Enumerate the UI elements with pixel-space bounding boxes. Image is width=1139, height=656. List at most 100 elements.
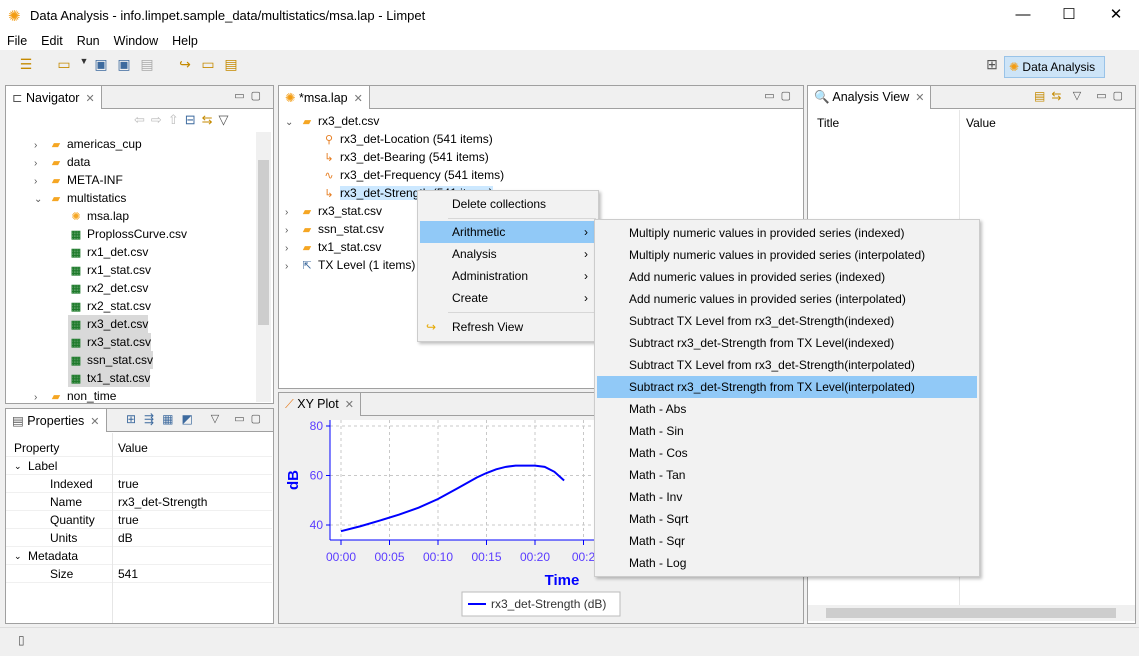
save-all-icon[interactable]: ▣ [115, 56, 133, 76]
new-fast-view-icon[interactable]: ▯ [18, 633, 25, 647]
tree-item[interactable]: ↳ rx3_det-Bearing (541 items) [321, 148, 488, 166]
tree-item[interactable]: ✺ msa.lap [68, 207, 129, 225]
tree-item[interactable]: ▦ rx1_stat.csv [68, 261, 151, 279]
minimize-button[interactable]: — [1000, 0, 1046, 32]
close-icon[interactable]: ✕ [345, 399, 354, 411]
menu-edit[interactable]: Edit [34, 32, 70, 50]
up-icon[interactable]: ⇧ [168, 112, 185, 127]
submenu-item[interactable]: Subtract rx3_det-Strength from TX Level(… [597, 376, 977, 398]
property-row[interactable]: Quantity true [6, 511, 272, 529]
tab-analysis-view[interactable]: 🔍 Analysis View ✕ [808, 86, 932, 109]
minimize-maximize-icon[interactable]: ▭▢ [764, 89, 797, 102]
submenu-item[interactable]: Add numeric values in provided series (i… [597, 288, 977, 310]
menu-item-administration[interactable]: Administration › [420, 265, 596, 287]
tree-item[interactable]: › ▰ data [34, 153, 90, 171]
submenu-item[interactable]: Add numeric values in provided series (i… [597, 266, 977, 288]
minimize-maximize-icon[interactable]: ▽ ▭▢ [1073, 89, 1129, 102]
chevron-right-icon[interactable]: › [34, 389, 48, 407]
close-button[interactable]: ✕ [1093, 0, 1139, 32]
tab-msa-lap[interactable]: ✺ *msa.lap ✕ [279, 86, 370, 109]
chevron-down-icon[interactable]: ⌄ [34, 191, 48, 209]
submenu-item[interactable]: Multiply numeric values in provided seri… [597, 244, 977, 266]
menu-item-create[interactable]: Create › [420, 287, 596, 309]
print-icon[interactable]: ▤ [138, 56, 156, 76]
tree-item[interactable]: › ▰ non_time [34, 387, 116, 405]
perspective-data-analysis[interactable]: ✺ Data Analysis [1004, 56, 1105, 78]
close-icon[interactable]: ✕ [915, 92, 924, 104]
submenu-item[interactable]: Math - Sqr [597, 530, 977, 552]
tab-properties[interactable]: ▤ Properties ✕ [6, 409, 107, 432]
close-icon[interactable]: ✕ [90, 416, 99, 428]
chevron-down-icon[interactable]: ⌄ [285, 114, 299, 132]
save-icon[interactable]: ▣ [92, 56, 110, 76]
new-dropdown-icon[interactable]: ▼ [75, 56, 93, 76]
new-icon[interactable]: ▭ [55, 56, 73, 76]
submenu-item[interactable]: Math - Abs [597, 398, 977, 420]
tree-item[interactable]: ▦ rx3_det.csv [68, 315, 149, 333]
clipboard-icon[interactable]: ▤ [222, 56, 240, 76]
link-editor-icon[interactable]: ⇆ [202, 112, 219, 127]
tree-item[interactable]: ▦ tx1_stat.csv [68, 369, 151, 387]
property-row[interactable]: Metadata ⌄ [6, 547, 272, 565]
menu-file[interactable]: File [0, 32, 34, 50]
property-row[interactable]: Units dB [6, 529, 272, 547]
submenu-item[interactable]: Subtract rx3_det-Strength from TX Level(… [597, 332, 977, 354]
tree-item[interactable]: ⌄ ▰ multistatics [34, 189, 126, 207]
tree-item[interactable]: ▦ rx1_det.csv [68, 243, 149, 261]
tree-item[interactable]: › ▰ ssn_stat.csv [285, 220, 384, 238]
tree-item[interactable]: ⌄ ▰ rx3_det.csv [285, 112, 379, 130]
chevron-down-icon[interactable]: ⌄ [14, 547, 22, 565]
submenu-item[interactable]: Math - Tan [597, 464, 977, 486]
tree-item[interactable]: › ▰ tx1_stat.csv [285, 238, 381, 256]
close-icon[interactable]: ✕ [85, 93, 94, 105]
property-row[interactable]: Indexed true [6, 475, 272, 493]
menu-run[interactable]: Run [70, 32, 107, 50]
maximize-button[interactable]: ☐ [1046, 0, 1092, 32]
minimize-maximize-icon[interactable]: ▭▢ [234, 89, 267, 102]
menu-item-analysis[interactable]: Analysis › [420, 243, 596, 265]
property-row[interactable]: Name rx3_det-Strength [6, 493, 272, 511]
collapse-all-icon[interactable]: ⊟ [185, 112, 202, 127]
layers-icon[interactable]: ☰ [17, 56, 35, 76]
properties-toolbar[interactable]: ⊞⇶▦◩ [126, 412, 201, 426]
horizontal-scrollbar[interactable] [808, 605, 1135, 621]
view-menu-icon[interactable]: ▽ [219, 112, 235, 127]
chevron-down-icon[interactable]: ⌄ [14, 457, 22, 475]
menu-help[interactable]: Help [165, 32, 205, 50]
tab-xy-plot[interactable]: ⟋ XY Plot ✕ [279, 393, 361, 416]
submenu-item[interactable]: Math - Sin [597, 420, 977, 442]
submenu-item[interactable]: Math - Sqrt [597, 508, 977, 530]
menu-item-arithmetic[interactable]: Arithmetic › [420, 221, 596, 243]
property-row[interactable]: Size 541 [6, 565, 272, 583]
chevron-right-icon[interactable]: › [285, 258, 299, 276]
tree-item[interactable]: ⚲ rx3_det-Location (541 items) [321, 130, 493, 148]
tab-navigator[interactable]: ⊏ Navigator ✕ [6, 86, 102, 109]
tree-item[interactable]: ▦ rx3_stat.csv [68, 333, 152, 351]
open-perspective-icon[interactable]: ⊞ [983, 56, 1001, 76]
menu-item-refresh-view[interactable]: ↪ Refresh View [420, 316, 596, 338]
new-file-icon[interactable]: ▭ [199, 56, 217, 76]
tree-item[interactable]: › ▰ rx3_stat.csv [285, 202, 382, 220]
tree-item[interactable]: › ▰ americas_cup [34, 135, 142, 153]
refresh-icon[interactable]: ↪ [176, 56, 194, 76]
back-icon[interactable]: ⇦ [134, 112, 151, 127]
submenu-item[interactable]: Subtract TX Level from rx3_det-Strength(… [597, 310, 977, 332]
submenu-item[interactable]: Multiply numeric values in provided seri… [597, 222, 977, 244]
tree-item[interactable]: ▦ rx2_det.csv [68, 279, 149, 297]
scrollbar[interactable] [256, 132, 271, 402]
tree-item[interactable]: › ▰ META-INF [34, 171, 123, 189]
tree-item[interactable]: ∿ rx3_det-Frequency (541 items) [321, 166, 504, 184]
submenu-item[interactable]: Subtract TX Level from rx3_det-Strength(… [597, 354, 977, 376]
submenu-item[interactable]: Math - Log [597, 552, 977, 574]
menu-window[interactable]: Window [107, 32, 165, 50]
minimize-maximize-icon[interactable]: ▽ ▭▢ [211, 412, 267, 425]
tree-item[interactable]: › ⇱ TX Level (1 items) [285, 256, 415, 274]
tree-item[interactable]: ▦ ssn_stat.csv [68, 351, 154, 369]
close-icon[interactable]: ✕ [354, 93, 363, 105]
menu-item-delete-collections[interactable]: Delete collections [420, 193, 596, 215]
tree-item[interactable]: ▦ rx2_stat.csv [68, 297, 151, 315]
submenu-item[interactable]: Math - Cos [597, 442, 977, 464]
analysis-toolbar[interactable]: ▤⇆ [1034, 89, 1067, 103]
forward-icon[interactable]: ⇨ [151, 112, 168, 127]
property-row[interactable]: Label ⌄ [6, 457, 272, 475]
